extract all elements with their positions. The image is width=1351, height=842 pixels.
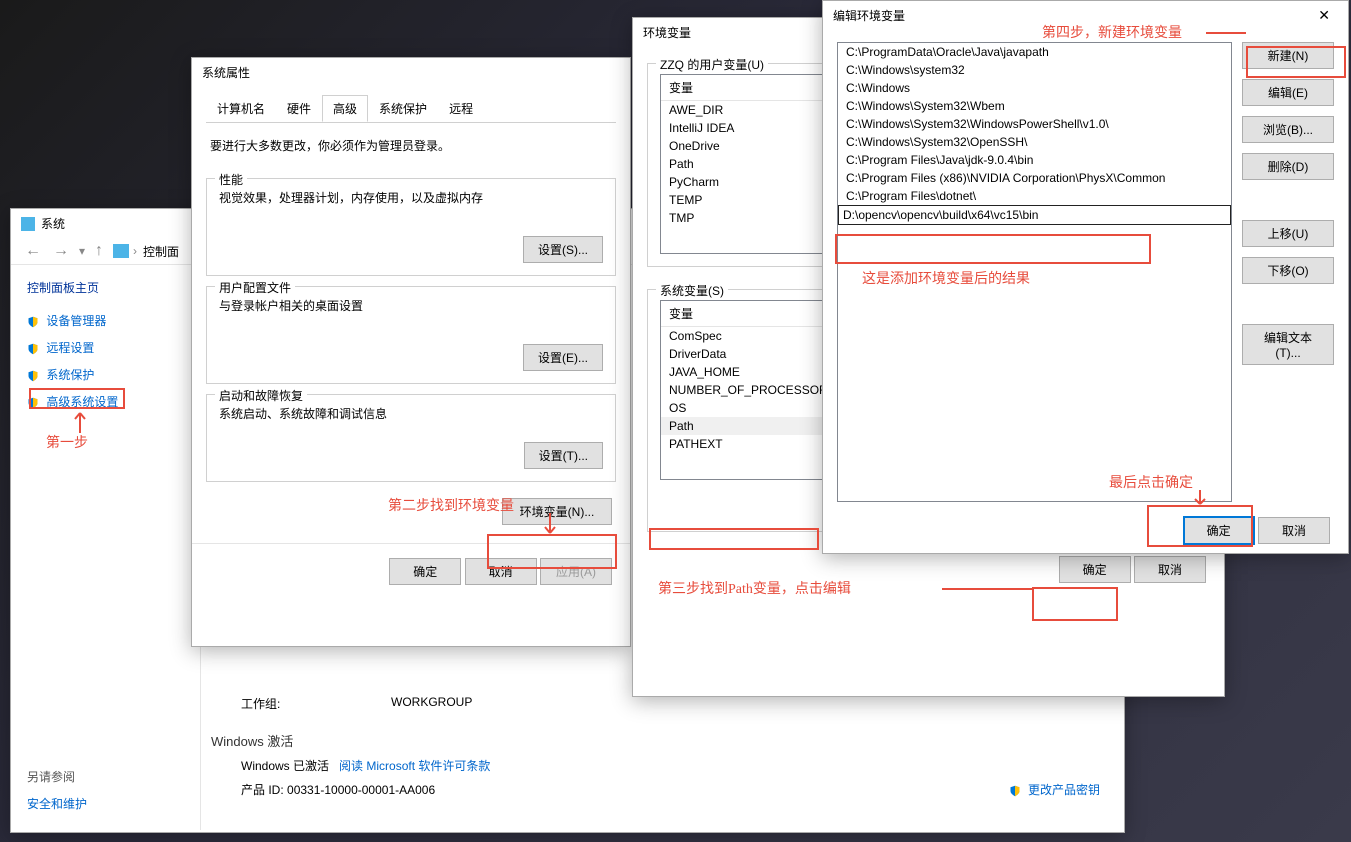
nav-forward-icon[interactable]: → [47, 242, 75, 260]
path-entry-item[interactable]: C:\Program Files\dotnet\ [838, 187, 1231, 205]
product-id-value: 00331-10000-00001-AA006 [287, 783, 435, 797]
see-also: 另请参阅 [27, 768, 87, 785]
path-browse-btn[interactable]: 浏览(B)... [1242, 116, 1334, 143]
security-link[interactable]: 安全和维护 [27, 795, 87, 812]
activation-header: Windows 激活 [211, 731, 293, 750]
path-edit-input[interactable] [838, 205, 1231, 225]
editpath-ok[interactable]: 确定 [1183, 516, 1255, 545]
perf-desc: 视觉效果，处理器计划，内存使用，以及虚拟内存 [219, 189, 603, 206]
profile-title: 用户配置文件 [215, 279, 295, 296]
sidebar-remote-settings[interactable]: 远程设置 [27, 339, 184, 356]
sysprops-tabs: 计算机名 硬件 高级 系统保护 远程 [206, 95, 616, 123]
tab-computer-name[interactable]: 计算机名 [206, 95, 276, 122]
path-entries-list[interactable]: C:\ProgramData\Oracle\Java\javapathC:\Wi… [837, 42, 1232, 502]
shield-icon [27, 343, 39, 355]
sidebar-device-manager[interactable]: 设备管理器 [27, 312, 184, 329]
path-entry-item[interactable]: C:\Windows\System32\OpenSSH\ [838, 133, 1231, 151]
profile-group: 用户配置文件 与登录帐户相关的桌面设置 设置(E)... [206, 286, 616, 384]
path-entry-item[interactable]: C:\Windows\system32 [838, 61, 1231, 79]
editpath-cancel[interactable]: 取消 [1258, 517, 1330, 544]
breadcrumb-text[interactable]: 控制面 [143, 243, 179, 260]
nav-dropdown-icon[interactable]: ▾ [79, 244, 85, 258]
startup-group: 启动和故障恢复 系统启动、系统故障和调试信息 设置(T)... [206, 394, 616, 482]
tab-advanced[interactable]: 高级 [322, 95, 368, 122]
path-edit-btn[interactable]: 编辑(E) [1242, 79, 1334, 106]
profile-settings-btn[interactable]: 设置(E)... [523, 344, 603, 371]
path-entry-item[interactable]: C:\Program Files\Java\jdk-9.0.4\bin [838, 151, 1231, 169]
edit-path-dialog: 编辑环境变量 ✕ C:\ProgramData\Oracle\Java\java… [822, 0, 1349, 554]
perf-title: 性能 [215, 171, 247, 188]
sysprops-title: 系统属性 [202, 64, 250, 81]
activation-link[interactable]: 阅读 Microsoft 软件许可条款 [339, 759, 490, 773]
sys-vars-title: 系统变量(S) [656, 282, 728, 299]
sysprops-ok[interactable]: 确定 [389, 558, 461, 585]
sidebar-advanced-settings[interactable]: 高级系统设置 [27, 393, 184, 410]
path-entry-item[interactable]: C:\Windows\System32\Wbem [838, 97, 1231, 115]
path-delete-btn[interactable]: 删除(D) [1242, 153, 1334, 180]
sysprops-titlebar: 系统属性 [192, 58, 630, 87]
system-props-dialog: 系统属性 计算机名 硬件 高级 系统保护 远程 要进行大多数更改，你必须作为管理… [191, 57, 631, 647]
activation-status: Windows 已激活 [241, 759, 329, 773]
user-vars-title: ZZQ 的用户变量(U) [656, 56, 768, 73]
profile-desc: 与登录帐户相关的桌面设置 [219, 297, 603, 314]
editpath-title: 编辑环境变量 [833, 7, 905, 24]
perf-settings-btn[interactable]: 设置(S)... [523, 236, 603, 263]
path-entry-item[interactable]: C:\Windows\System32\WindowsPowerShell\v1… [838, 115, 1231, 133]
control-panel-icon [113, 244, 129, 258]
envvars-cancel[interactable]: 取消 [1134, 556, 1206, 583]
workgroup-value: WORKGROUP [391, 695, 472, 712]
workgroup-label: 工作组: [241, 695, 391, 712]
sysprops-cancel[interactable]: 取消 [465, 558, 537, 585]
system-icon [21, 217, 35, 231]
sidebar-system-protection[interactable]: 系统保护 [27, 366, 184, 383]
path-editing-row[interactable] [838, 205, 1231, 225]
nav-back-icon[interactable]: ← [19, 242, 47, 260]
startup-settings-btn[interactable]: 设置(T)... [524, 442, 603, 469]
product-id-label: 产品 ID: [241, 783, 284, 797]
envvars-title: 环境变量 [643, 24, 691, 41]
system-sidebar: 控制面板主页 设备管理器 远程设置 系统保护 高级系统设置 另请参阅 安全和维护 [11, 265, 201, 830]
startup-desc: 系统启动、系统故障和调试信息 [219, 405, 603, 422]
shield-icon [27, 370, 39, 382]
close-icon[interactable]: ✕ [1310, 7, 1338, 24]
nav-up-icon[interactable]: ↑ [89, 242, 109, 260]
startup-title: 启动和故障恢复 [215, 387, 307, 404]
panel-home[interactable]: 控制面板主页 [27, 279, 184, 296]
perf-group: 性能 视觉效果，处理器计划，内存使用，以及虚拟内存 设置(S)... [206, 178, 616, 276]
path-entry-item[interactable]: C:\ProgramData\Oracle\Java\javapath [838, 43, 1231, 61]
path-entry-item[interactable]: C:\Windows [838, 79, 1231, 97]
shield-icon [27, 397, 39, 409]
change-key-link[interactable]: 更改产品密钥 [1009, 781, 1100, 798]
path-new-btn[interactable]: 新建(N) [1242, 42, 1334, 69]
system-title: 系统 [41, 215, 65, 232]
envvars-ok[interactable]: 确定 [1059, 556, 1131, 583]
tab-remote[interactable]: 远程 [438, 95, 484, 122]
sysprops-apply: 应用(A) [540, 558, 612, 585]
env-vars-button[interactable]: 环境变量(N)... [502, 498, 612, 525]
admin-note: 要进行大多数更改，你必须作为管理员登录。 [192, 123, 630, 168]
tab-system-protection[interactable]: 系统保护 [368, 95, 438, 122]
path-movedown-btn[interactable]: 下移(O) [1242, 257, 1334, 284]
path-entry-item[interactable]: C:\Program Files (x86)\NVIDIA Corporatio… [838, 169, 1231, 187]
path-moveup-btn[interactable]: 上移(U) [1242, 220, 1334, 247]
shield-icon [27, 316, 39, 328]
editpath-titlebar: 编辑环境变量 ✕ [823, 1, 1348, 30]
tab-hardware[interactable]: 硬件 [276, 95, 322, 122]
path-edittext-btn[interactable]: 编辑文本(T)... [1242, 324, 1334, 365]
shield-icon [1009, 785, 1021, 797]
